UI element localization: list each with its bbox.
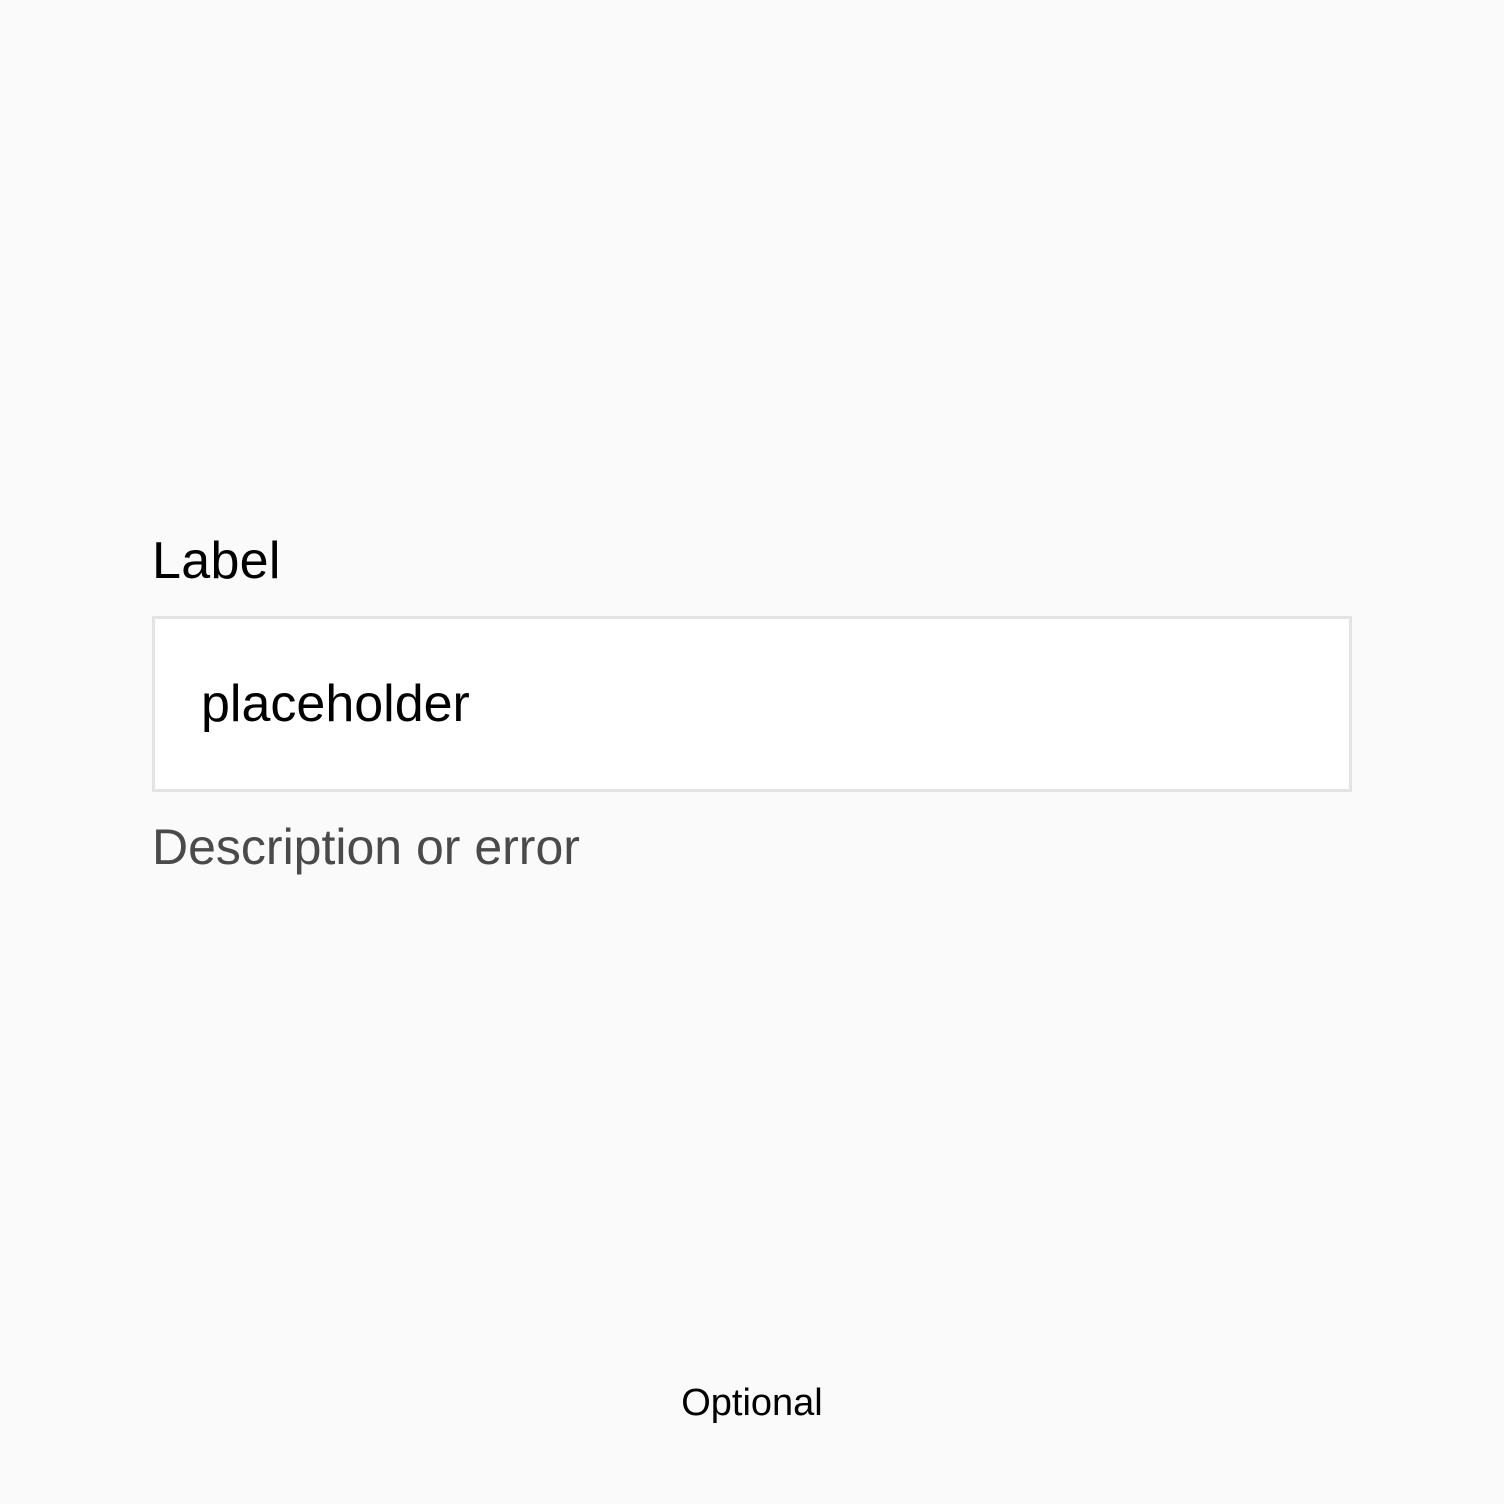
field-label: Label	[152, 532, 281, 590]
text-input[interactable]	[155, 619, 1349, 789]
field-description: Description or error	[152, 819, 580, 875]
optional-caption: Optional	[681, 1382, 823, 1424]
input-container[interactable]	[152, 616, 1352, 792]
